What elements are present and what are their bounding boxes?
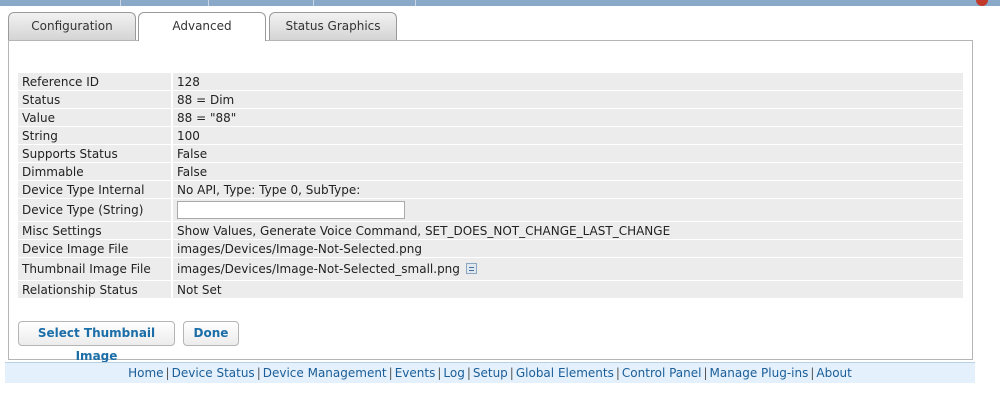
table-row: Device Image File images/Devices/Image-N…	[18, 240, 963, 257]
property-label: Device Type (String)	[18, 199, 173, 221]
top-nav-bar	[0, 0, 1000, 6]
table-row: Supports Status False	[18, 145, 963, 162]
tab-advanced[interactable]: Advanced	[138, 12, 266, 41]
property-value: False	[173, 145, 963, 162]
nav-divider	[208, 0, 209, 6]
property-value: 88 = "88"	[173, 109, 963, 126]
footer-link-global-elements[interactable]: Global Elements	[516, 366, 614, 380]
property-value: images/Devices/Image-Not-Selected_small.…	[177, 262, 460, 276]
property-value: Not Set	[173, 281, 963, 298]
property-value: 128	[173, 73, 963, 90]
property-value: 100	[173, 127, 963, 144]
footer-link-about[interactable]: About	[816, 366, 851, 380]
property-label: Device Image File	[18, 240, 173, 257]
footer-link-device-status[interactable]: Device Status	[172, 366, 255, 380]
footer-separator: |	[256, 366, 261, 380]
tab-status-graphics[interactable]: Status Graphics	[269, 12, 397, 40]
footer-link-home[interactable]: Home	[128, 366, 163, 380]
device-properties-table: Reference ID 128 Status 88 = Dim Value 8…	[18, 72, 963, 299]
footer-nav: Home | Device Status | Device Management | Eve…	[5, 362, 975, 383]
table-row: Value 88 = "88"	[18, 109, 963, 126]
done-button[interactable]: Done	[183, 321, 239, 346]
property-label: Supports Status	[18, 145, 173, 162]
property-value: images/Devices/Image-Not-Selected.png	[173, 240, 963, 257]
list-edit-icon[interactable]	[465, 263, 477, 274]
table-row: Reference ID 128	[18, 73, 963, 90]
footer-separator: |	[165, 366, 170, 380]
device-type-string-input[interactable]	[177, 201, 405, 219]
table-row: Relationship Status Not Set	[18, 281, 963, 298]
property-label: Device Type Internal	[18, 181, 173, 198]
property-value: False	[173, 163, 963, 180]
property-label: Value	[18, 109, 173, 126]
footer-link-setup[interactable]: Setup	[473, 366, 508, 380]
footer-separator: |	[615, 366, 620, 380]
footer-separator: |	[466, 366, 471, 380]
nav-divider	[415, 0, 416, 6]
footer-separator: |	[509, 366, 514, 380]
advanced-panel: Reference ID 128 Status 88 = Dim Value 8…	[8, 40, 973, 363]
table-row: Device Type (String)	[18, 199, 963, 221]
footer-link-events[interactable]: Events	[395, 366, 436, 380]
nav-divider	[313, 0, 314, 6]
footer-link-device-management[interactable]: Device Management	[263, 366, 387, 380]
footer-link-control-panel[interactable]: Control Panel	[622, 366, 702, 380]
property-value-cell	[173, 199, 963, 221]
property-value-cell: images/Devices/Image-Not-Selected_small.…	[173, 258, 963, 280]
property-label: Dimmable	[18, 163, 173, 180]
select-thumbnail-image-button[interactable]: Select Thumbnail Image	[18, 321, 175, 363]
table-row: Thumbnail Image File images/Devices/Imag…	[18, 258, 963, 280]
nav-divider	[120, 0, 121, 6]
tab-configuration[interactable]: Configuration	[8, 12, 136, 40]
property-value: No API, Type: Type 0, SubType:	[173, 181, 963, 198]
table-row: Status 88 = Dim	[18, 91, 963, 108]
footer-link-log[interactable]: Log	[443, 366, 464, 380]
footer-separator: |	[388, 366, 393, 380]
property-value: Show Values, Generate Voice Command, SET…	[173, 222, 963, 239]
table-row: Dimmable False	[18, 163, 963, 180]
footer-separator: |	[703, 366, 708, 380]
property-label: Reference ID	[18, 73, 173, 90]
property-label: Status	[18, 91, 173, 108]
table-row: Misc Settings Show Values, Generate Voic…	[18, 222, 963, 239]
property-value: 88 = Dim	[173, 91, 963, 108]
property-label: Thumbnail Image File	[18, 258, 173, 280]
alert-icon[interactable]	[976, 0, 988, 6]
property-label: Misc Settings	[18, 222, 173, 239]
property-label: Relationship Status	[18, 281, 173, 298]
table-row: String 100	[18, 127, 963, 144]
table-row: Device Type Internal No API, Type: Type …	[18, 181, 963, 198]
footer-link-manage-plugins[interactable]: Manage Plug-ins	[710, 366, 809, 380]
property-label: String	[18, 127, 173, 144]
